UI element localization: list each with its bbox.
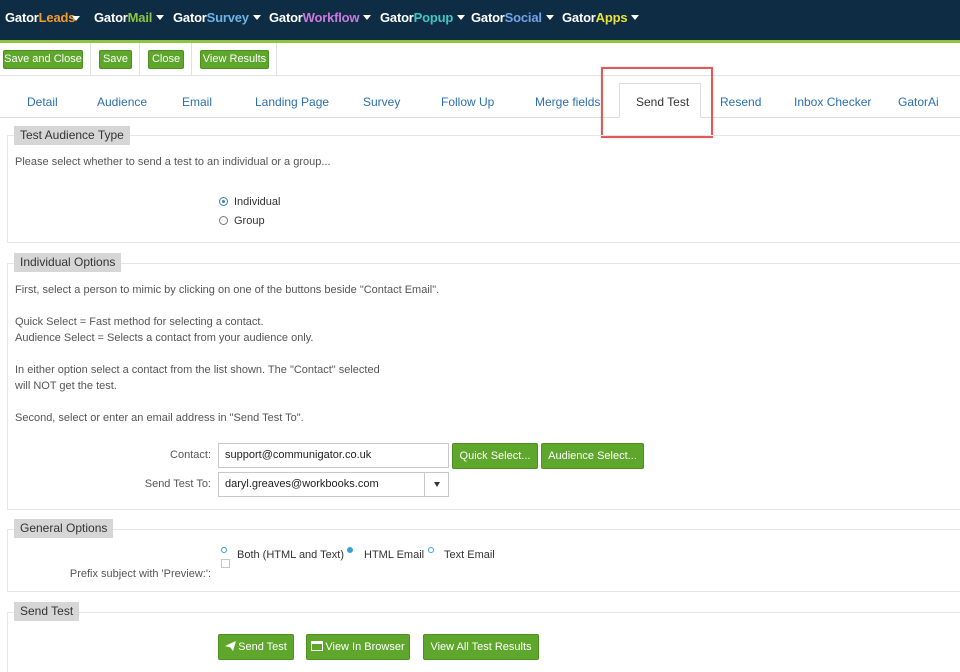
send-test-button[interactable]: Send Test	[218, 634, 294, 660]
save-button[interactable]: Save	[99, 50, 132, 69]
quick-select-button[interactable]: Quick Select...	[452, 443, 538, 469]
general-options-legend: General Options	[14, 519, 114, 538]
html-format-label[interactable]: HTML Email	[364, 549, 424, 561]
tab-inbox-checker[interactable]: Inbox Checker	[794, 95, 871, 109]
individual-radio[interactable]	[219, 197, 228, 206]
both-format-label[interactable]: Both (HTML and Text)	[237, 549, 344, 561]
tab-audience[interactable]: Audience	[97, 95, 147, 109]
chevron-down-icon	[72, 16, 80, 21]
instruction-line: First, select a person to mimic by click…	[15, 284, 440, 296]
tab-email[interactable]: Email	[182, 95, 212, 109]
test-audience-intro: Please select whether to send a test to …	[15, 156, 331, 168]
save-and-close-button[interactable]: Save and Close	[3, 50, 83, 69]
nav-gatorworkflow[interactable]: GatorWorkflow	[269, 10, 372, 25]
individual-options-legend: Individual Options	[14, 253, 122, 272]
toolbar-divider	[139, 43, 140, 76]
group-label[interactable]: Group	[234, 215, 265, 227]
nav-gatorpopup[interactable]: GatorPopup	[380, 10, 466, 25]
toolbar-divider	[276, 43, 277, 76]
prefix-preview-checkbox[interactable]	[221, 559, 230, 568]
individual-options-section	[7, 263, 960, 510]
tab-detail[interactable]: Detail	[27, 95, 58, 109]
view-in-browser-button[interactable]: View In Browser	[306, 634, 410, 660]
text-format-label[interactable]: Text Email	[444, 549, 495, 561]
view-results-button[interactable]: View Results	[200, 50, 269, 69]
tab-survey[interactable]: Survey	[363, 95, 400, 109]
close-button[interactable]: Close	[148, 50, 184, 69]
browser-window-icon	[311, 641, 324, 651]
instruction-line: Quick Select = Fast method for selecting…	[15, 316, 264, 328]
tab-follow-up[interactable]: Follow Up	[441, 95, 494, 109]
nav-gatormail[interactable]: GatorMail	[94, 10, 165, 25]
chevron-down-icon[interactable]	[424, 473, 448, 496]
test-audience-legend: Test Audience Type	[14, 126, 130, 145]
instruction-line: In either option select a contact from t…	[15, 364, 380, 376]
tab-gatorai[interactable]: GatorAi	[898, 95, 939, 109]
chevron-down-icon	[252, 15, 261, 20]
html-format-radio[interactable]	[347, 547, 353, 553]
toolbar: Save and Close Save Close View Results	[0, 43, 960, 76]
test-audience-section	[7, 135, 960, 243]
nav-gatorsurvey[interactable]: GatorSurvey	[173, 10, 261, 25]
highlight-annotation	[601, 67, 713, 138]
individual-label[interactable]: Individual	[234, 196, 280, 208]
top-navigation-bar: GatorLeads GatorMail GatorSurvey GatorWo…	[0, 0, 960, 40]
send-test-to-label: Send Test To:	[144, 478, 211, 490]
prefix-preview-label: Prefix subject with 'Preview:':	[69, 568, 211, 580]
nav-gatorapps[interactable]: GatorApps	[562, 10, 640, 25]
chevron-down-icon	[631, 15, 640, 20]
send-test-to-select[interactable]: daryl.greaves@workbooks.com	[218, 472, 449, 497]
nav-gatorleads[interactable]: GatorLeads	[5, 10, 75, 25]
text-format-radio[interactable]	[428, 547, 434, 553]
chevron-down-icon	[156, 15, 165, 20]
tab-landing-page[interactable]: Landing Page	[255, 95, 329, 109]
instruction-line: Audience Select = Selects a contact from…	[15, 332, 314, 344]
chevron-down-icon	[363, 15, 372, 20]
send-test-legend: Send Test	[14, 602, 80, 621]
send-test-label: Send Test	[238, 641, 287, 653]
instruction-line: will NOT get the test.	[15, 380, 117, 392]
view-in-browser-label: View In Browser	[325, 641, 405, 653]
tab-resend[interactable]: Resend	[720, 95, 761, 109]
tab-merge-fields[interactable]: Merge fields	[535, 95, 600, 109]
chevron-down-icon	[457, 15, 466, 20]
both-format-radio[interactable]	[221, 547, 227, 553]
toolbar-divider	[191, 43, 192, 76]
contact-label: Contact:	[170, 449, 211, 461]
send-test-to-value: daryl.greaves@workbooks.com	[225, 478, 379, 490]
send-icon	[225, 641, 237, 651]
view-all-test-results-button[interactable]: View All Test Results	[423, 634, 539, 660]
audience-select-button[interactable]: Audience Select...	[541, 443, 644, 469]
chevron-down-icon	[545, 15, 554, 20]
instruction-line: Second, select or enter an email address…	[15, 412, 304, 424]
toolbar-divider	[90, 43, 91, 76]
group-radio[interactable]	[219, 216, 228, 225]
nav-gatorsocial[interactable]: GatorSocial	[471, 10, 554, 25]
contact-field[interactable]: support@communigator.co.uk	[218, 443, 449, 468]
tab-bar-line	[0, 117, 960, 118]
